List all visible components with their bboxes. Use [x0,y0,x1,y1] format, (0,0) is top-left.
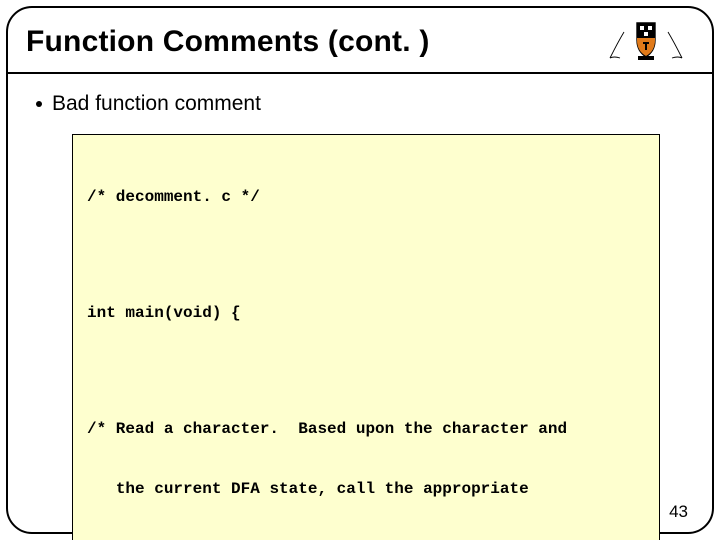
code-line: the current DFA state, call the appropri… [87,479,645,499]
bullet-primary: Bad function comment [36,92,684,116]
slide-frame: Function Comments (cont. ) [6,6,714,534]
slide-header: Function Comments (cont. ) [8,8,712,72]
princeton-shield-icon [604,18,688,66]
slide-body: Bad function comment /* decomment. c */ … [8,74,712,540]
code-line: int main(void) { [87,303,645,323]
bullet-dot-icon [36,101,42,107]
slide-title: Function Comments (cont. ) [26,25,430,59]
bullet-text: Bad function comment [52,92,261,116]
code-block: /* decomment. c */ int main(void) { /* R… [72,134,660,540]
code-line: /* decomment. c */ [87,187,645,207]
code-line: /* Read a character. Based upon the char… [87,419,645,439]
page-number: 43 [669,502,688,522]
